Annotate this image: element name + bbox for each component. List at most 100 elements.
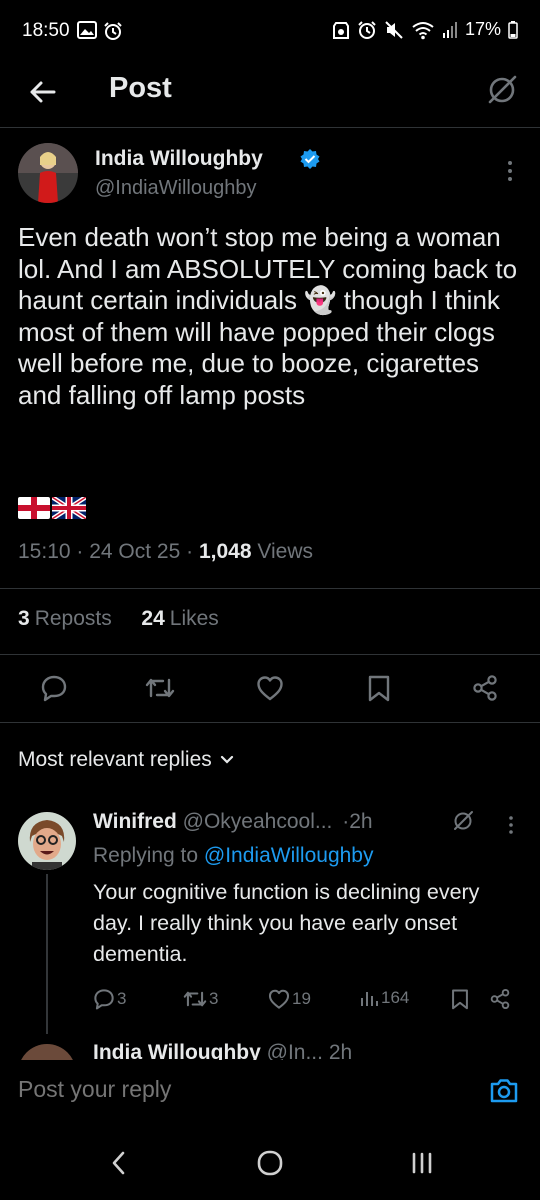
battery-icon <box>508 20 518 39</box>
reply-time: 2h <box>349 810 373 833</box>
chevron-down-icon <box>220 755 233 764</box>
recents-icon <box>412 1152 432 1174</box>
post-meta: 15:10 · 24 Oct 25 · 1,048 Views <box>18 540 314 563</box>
reply-more-button[interactable] <box>506 815 516 835</box>
reposts-stat[interactable]: 3 Reposts <box>18 607 112 630</box>
more-vertical-icon <box>508 161 512 181</box>
post-date: 24 Oct 25 <box>89 540 181 563</box>
verified-badge-icon <box>300 149 320 169</box>
chevron-left-icon <box>112 1151 125 1175</box>
reply-header: Winifred @Okyeahcool... ·2h <box>93 810 373 834</box>
author-name[interactable]: India Willoughby <box>95 147 263 171</box>
repost-icon <box>183 991 207 1007</box>
likes-count: 24 <box>141 607 165 630</box>
next-reply-handle: @In... <box>266 1041 323 1060</box>
replies-sort-dropdown[interactable]: Most relevant replies <box>18 748 234 772</box>
stats-divider <box>0 654 540 655</box>
alarm-icon <box>358 20 376 39</box>
analytics-icon <box>361 992 378 1006</box>
next-reply-time: 2h <box>328 1041 353 1060</box>
status-time: 18:50 <box>22 20 70 41</box>
reply-like-button[interactable]: 19 <box>268 988 311 1010</box>
replying-to-label: Replying to <box>93 844 199 867</box>
reply-icon <box>41 675 67 702</box>
reply-reply-button[interactable]: 3 <box>93 988 126 1010</box>
like-button[interactable] <box>256 674 284 702</box>
post-header: Post <box>0 62 540 124</box>
meta-divider <box>0 588 540 589</box>
system-nav-bar <box>0 1122 540 1200</box>
england-flag-icon <box>18 497 50 519</box>
post-more-button[interactable] <box>504 160 516 182</box>
bookmark-button[interactable] <box>366 674 394 702</box>
reposts-label: Reposts <box>34 607 112 630</box>
reply-icon <box>94 989 114 1010</box>
data-saver-icon <box>332 21 349 39</box>
reply-share-button[interactable] <box>489 988 511 1010</box>
reply-author-name[interactable]: Winifred <box>93 810 177 833</box>
status-right-icons: 17% <box>332 19 518 40</box>
back-button[interactable] <box>24 74 60 110</box>
views-count: 1,048 <box>198 540 252 563</box>
reply-repost-button[interactable]: 3 <box>183 988 218 1010</box>
status-left-icons <box>77 21 123 41</box>
reply-button[interactable] <box>40 674 68 702</box>
camera-icon <box>490 1079 518 1103</box>
replying-to: Replying to @IndiaWilloughby <box>93 844 373 868</box>
share-icon <box>490 988 510 1010</box>
reply-action-bar: 3 3 19 164 <box>93 986 523 1014</box>
status-bar: 18:50 17% <box>0 0 540 62</box>
post-stats: 3 Reposts 24 Likes <box>18 607 219 631</box>
thread-line <box>46 874 48 1034</box>
repost-icon <box>145 678 175 698</box>
author-handle[interactable]: @IndiaWilloughby <box>95 177 257 200</box>
signal-icon <box>442 21 457 38</box>
author-avatar[interactable] <box>18 143 78 203</box>
nav-recents-button[interactable] <box>407 1148 437 1178</box>
reply-input[interactable] <box>18 1076 314 1103</box>
views-label: Views <box>257 540 314 563</box>
flag-emojis <box>18 497 86 519</box>
repost-button[interactable] <box>145 674 175 702</box>
more-vertical-icon <box>509 816 513 834</box>
grok-icon <box>454 811 473 830</box>
nav-back-button[interactable] <box>104 1148 134 1178</box>
gallery-icon <box>77 21 97 39</box>
replying-to-handle[interactable]: @IndiaWilloughby <box>204 844 374 867</box>
post-time: 15:10 <box>18 540 71 563</box>
reposts-count: 3 <box>18 607 30 630</box>
heart-icon <box>257 676 283 701</box>
grok-button[interactable] <box>484 72 520 108</box>
alarm-icon <box>104 22 122 40</box>
reply-repost-count: 3 <box>209 989 219 1008</box>
nav-home-button[interactable] <box>255 1148 285 1178</box>
actions-divider <box>0 722 540 723</box>
next-reply-header: India Willoughby @In... 2h <box>93 1041 352 1060</box>
bookmark-icon <box>368 675 390 702</box>
reply-bookmark-button[interactable] <box>450 988 470 1010</box>
battery-percent: 17% <box>464 19 501 39</box>
next-reply-author-name: India Willoughby <box>93 1041 261 1060</box>
reply-grok-button[interactable] <box>451 809 475 833</box>
reply-compose-bar <box>0 1060 540 1122</box>
reply-views-button[interactable]: 164 <box>359 988 409 1008</box>
post-action-bar <box>0 670 540 710</box>
share-button[interactable] <box>471 674 499 702</box>
home-circle-icon <box>257 1150 283 1176</box>
ghost-emoji: 👻 <box>304 285 337 315</box>
arrow-left-icon <box>30 81 56 103</box>
uk-flag-icon <box>52 497 86 519</box>
share-icon <box>473 675 497 701</box>
grok-icon <box>488 75 517 104</box>
next-reply-avatar <box>18 1044 76 1060</box>
bookmark-icon <box>452 989 468 1010</box>
reply-author-handle[interactable]: @Okyeahcool... <box>183 810 333 833</box>
reply-author-avatar[interactable] <box>18 812 76 870</box>
heart-icon <box>268 989 290 1009</box>
camera-button[interactable] <box>488 1075 520 1107</box>
likes-stat[interactable]: 24 Likes <box>141 607 218 630</box>
reply-text: Your cognitive function is declining eve… <box>93 880 480 966</box>
likes-label: Likes <box>169 607 219 630</box>
header-divider <box>0 127 540 128</box>
next-reply-peek[interactable]: India Willoughby @In... 2h <box>0 1030 540 1060</box>
